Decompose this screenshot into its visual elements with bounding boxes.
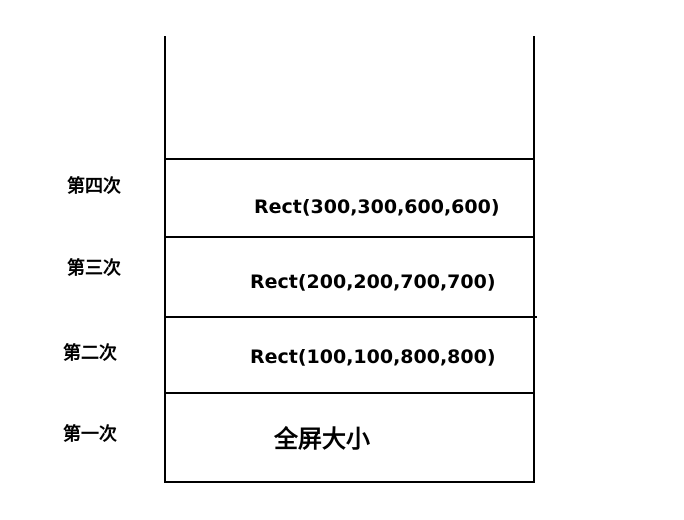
stack-bottom-border <box>164 481 535 483</box>
step-label-1: 第一次 <box>63 424 117 445</box>
stack-left-border <box>164 36 166 483</box>
stack-right-border <box>533 36 535 483</box>
stack-divider <box>164 392 535 394</box>
region-label-3: Rect(200,200,700,700) <box>250 271 496 293</box>
region-label-1: 全屏大小 <box>274 425 370 453</box>
region-label-4: Rect(300,300,600,600) <box>254 196 500 218</box>
region-label-2: Rect(100,100,800,800) <box>250 346 496 368</box>
step-label-2: 第二次 <box>63 343 117 364</box>
stack-divider <box>164 236 535 238</box>
stack-divider <box>164 316 537 318</box>
stack-diagram: 第四次 Rect(300,300,600,600) 第三次 Rect(200,2… <box>0 0 684 520</box>
step-label-3: 第三次 <box>67 258 121 279</box>
stack-divider-top <box>164 158 535 160</box>
step-label-4: 第四次 <box>67 176 121 197</box>
